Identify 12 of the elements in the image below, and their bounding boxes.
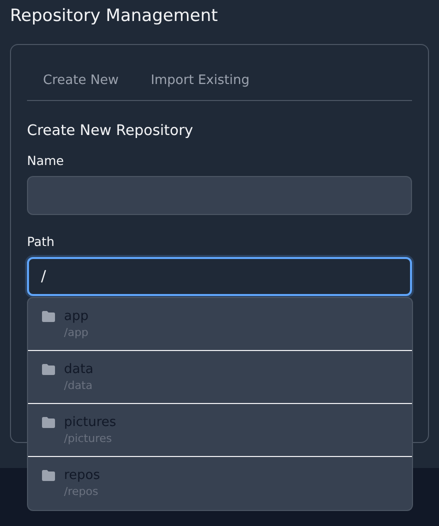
page-title: Repository Management (10, 5, 219, 28)
input-field[interactable]: / (27, 256, 412, 296)
folder-icon (42, 311, 55, 322)
folder-icon (42, 470, 55, 481)
folder-icon (42, 364, 55, 375)
folder-icon (42, 417, 55, 428)
input-field[interactable] (27, 176, 412, 215)
tab[interactable]: Create New (27, 63, 135, 100)
field-label: Path (27, 233, 56, 251)
form-heading: Create New Repository (27, 122, 194, 140)
tab[interactable]: Import Existing (134, 63, 266, 100)
field-label: Name (27, 152, 65, 170)
